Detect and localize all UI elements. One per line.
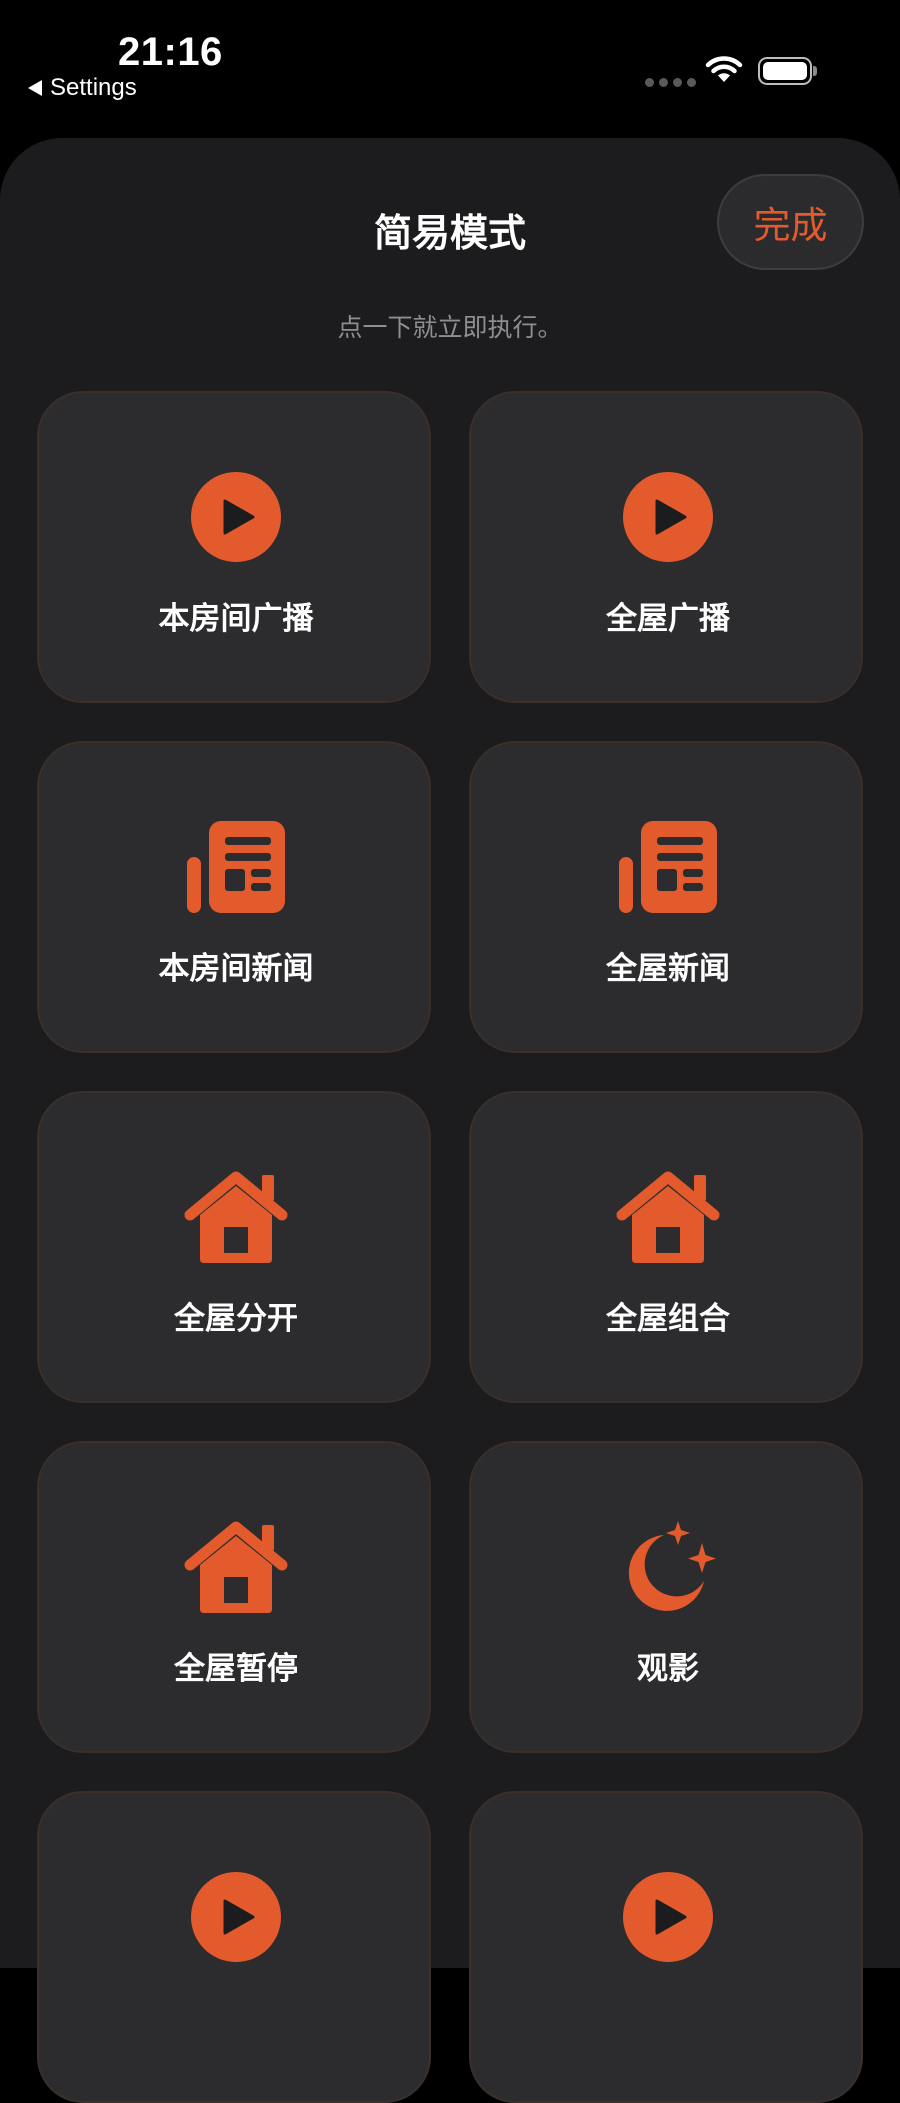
house-icon	[39, 1521, 433, 1613]
house-icon	[39, 1171, 433, 1263]
shortcut-tile[interactable]: 全屋分开	[37, 1091, 431, 1403]
back-to-settings-link[interactable]: Settings	[28, 74, 137, 102]
shortcut-tile[interactable]: 全屋组合	[469, 1091, 863, 1403]
cellular-signal-icon	[645, 78, 696, 87]
play-circle-icon	[39, 471, 433, 563]
newspaper-icon	[39, 821, 433, 913]
wifi-icon	[705, 56, 743, 82]
shortcut-tile-label: 全屋广播	[606, 601, 730, 637]
shortcut-tile[interactable]: 本房间广播	[37, 391, 431, 703]
house-icon	[471, 1171, 865, 1263]
shortcut-tile-label: 观影	[637, 1651, 699, 1687]
shortcut-tile-label: 全屋暂停	[174, 1651, 298, 1687]
shortcut-tile[interactable]: 观影	[469, 1441, 863, 1753]
done-button[interactable]: 完成	[717, 174, 864, 270]
page-subtitle: 点一下就立即执行。	[337, 313, 563, 342]
shortcut-tile[interactable]: 全屋新闻	[469, 741, 863, 1053]
shortcut-tile-label: 全屋新闻	[606, 951, 730, 987]
back-label: Settings	[50, 74, 137, 101]
status-bar: 21:16 Settings	[0, 0, 900, 138]
newspaper-icon	[471, 821, 865, 913]
shortcut-tile[interactable]	[37, 1791, 431, 2103]
status-time: 21:16	[118, 30, 223, 74]
easy-mode-sheet: 简易模式 完成 点一下就立即执行。 本房间广播 全屋广播 本房间新闻 全屋新闻	[0, 138, 900, 2103]
battery-icon	[758, 57, 812, 85]
shortcut-tile[interactable]: 全屋广播	[469, 391, 863, 703]
moon-stars-icon	[471, 1521, 865, 1613]
shortcut-tile-label: 本房间广播	[158, 601, 314, 637]
shortcut-tile[interactable]: 全屋暂停	[37, 1441, 431, 1753]
play-circle-icon	[471, 471, 865, 563]
shortcut-tile[interactable]: 本房间新闻	[37, 741, 431, 1053]
shortcut-tile-label: 全屋组合	[606, 1301, 730, 1337]
shortcut-tile-label: 本房间新闻	[158, 951, 314, 987]
play-circle-icon	[471, 1871, 865, 1963]
battery-cap	[813, 66, 817, 76]
shortcut-tile[interactable]	[469, 1791, 863, 2103]
shortcut-tile-label: 全屋分开	[174, 1301, 298, 1337]
back-arrow-icon	[28, 80, 42, 96]
play-circle-icon	[39, 1871, 433, 1963]
